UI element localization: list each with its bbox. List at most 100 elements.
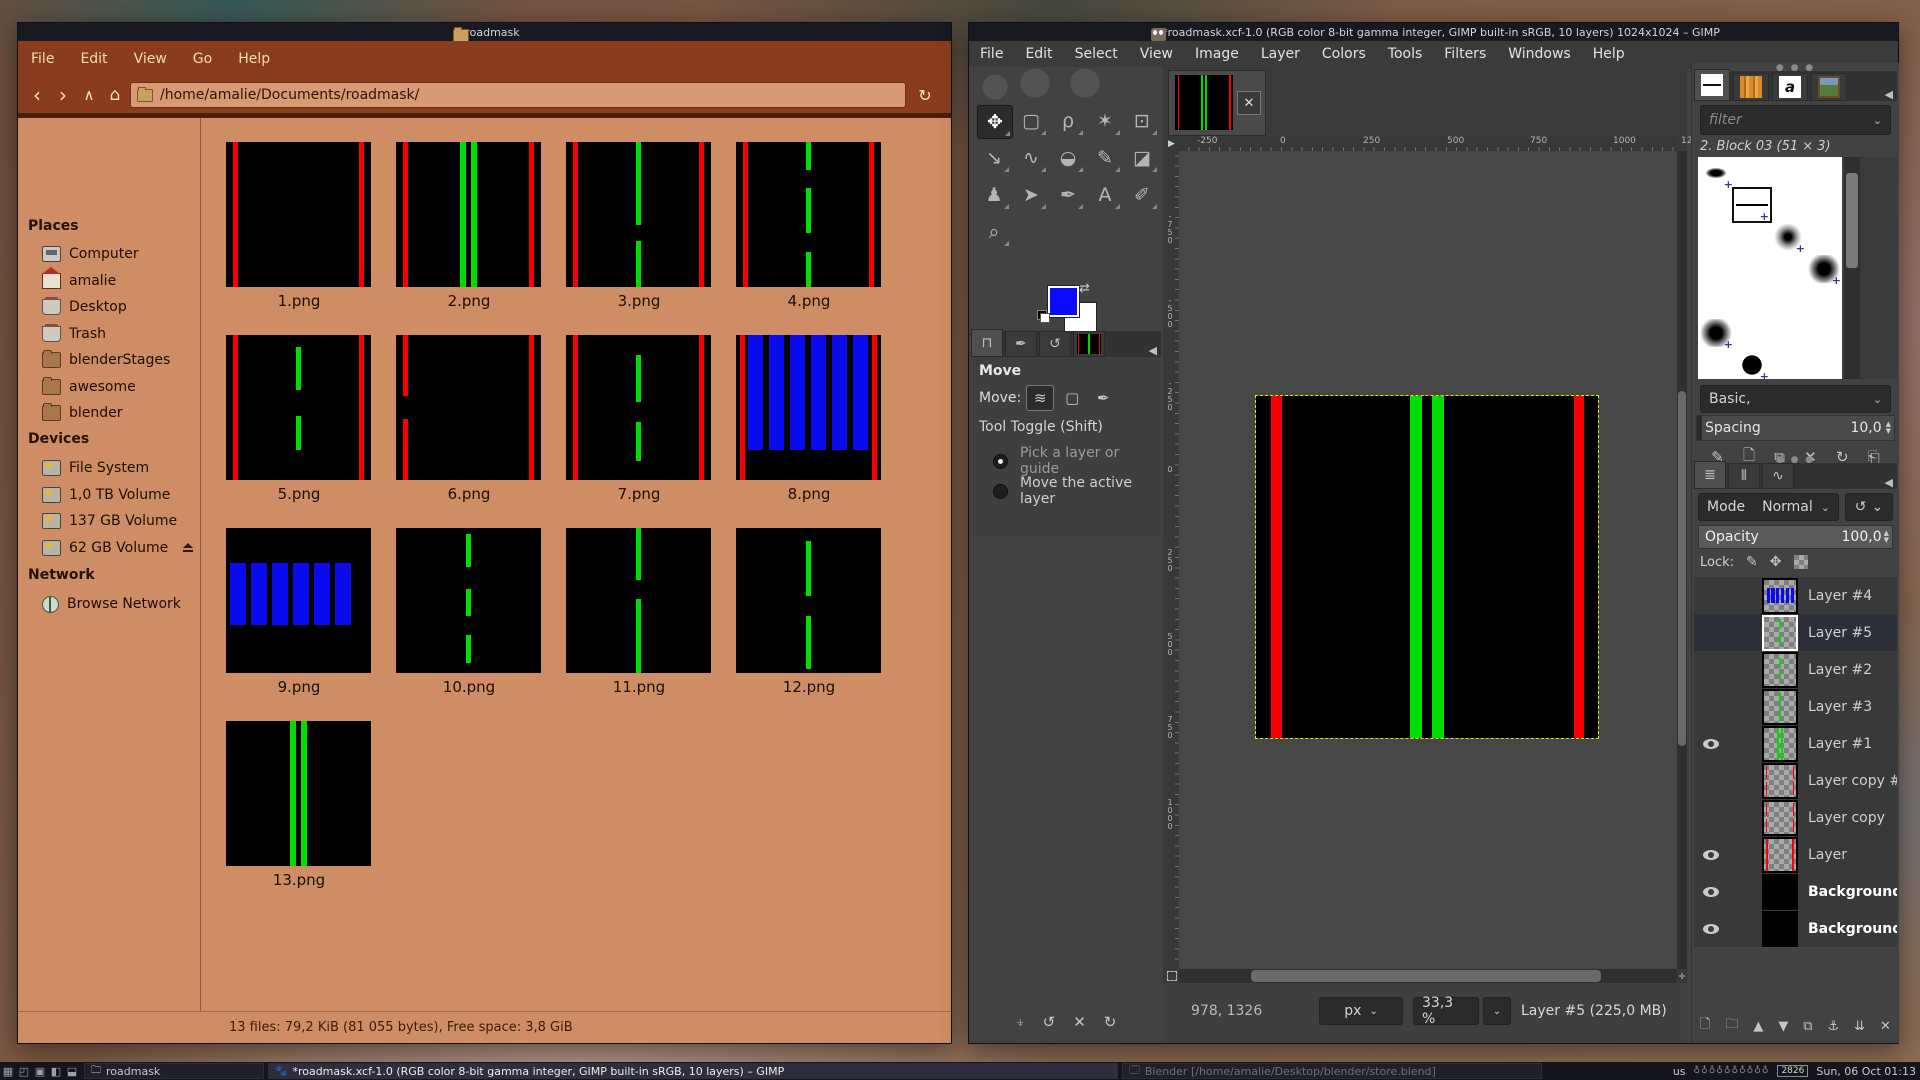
taskbar-launcher-icon[interactable]: ⬓ — [64, 1065, 80, 1078]
gimp-menu-view[interactable]: View — [1129, 46, 1184, 62]
layer-row-layer[interactable]: Layer — [1694, 836, 1897, 873]
eye-toggle[interactable] — [1694, 850, 1728, 860]
eye-toggle[interactable] — [1694, 924, 1728, 934]
file-thumbnail-13.png[interactable] — [226, 721, 371, 866]
gimp-menu-layer[interactable]: Layer — [1250, 46, 1311, 62]
file-label[interactable]: 11.png — [554, 678, 724, 696]
tool-bucket-fill-icon[interactable]: ◒ — [1051, 142, 1085, 174]
tab-paths[interactable]: ∿ — [1762, 463, 1794, 489]
sidebar-item-1-0-tb-volume[interactable]: 1,0 TB Volume — [42, 483, 194, 507]
file-thumbnail-4.png[interactable] — [736, 142, 881, 287]
fm-menu-view[interactable]: View — [121, 51, 180, 67]
opacity-slider[interactable]: Opacity 100,0 ▲▼ — [1698, 525, 1893, 549]
image-tab-close-icon[interactable]: ✕ — [1237, 91, 1261, 115]
eye-toggle[interactable] — [1694, 739, 1728, 749]
file-thumbnail-3.png[interactable] — [566, 142, 711, 287]
home-button[interactable]: ⌂ — [102, 77, 128, 113]
gimp-menu-edit[interactable]: Edit — [1014, 46, 1063, 62]
monitor-widget[interactable]: 2826 — [1777, 1065, 1808, 1077]
tab-layers[interactable]: ≣ — [1694, 461, 1726, 489]
layer-row-layer-copy-1[interactable]: Layer copy #1 — [1694, 762, 1897, 799]
file-thumbnail-7.png[interactable] — [566, 335, 711, 480]
pick-layer-radio[interactable] — [993, 454, 1008, 469]
move-layer-mode-button[interactable]: ≋ — [1026, 385, 1054, 411]
lower-layer-button[interactable]: ▼ — [1778, 1019, 1788, 1034]
keyboard-layout-indicator[interactable]: us — [1673, 1065, 1686, 1078]
foreground-color-swatch[interactable] — [1048, 286, 1079, 317]
brush-soft[interactable]: + — [1770, 221, 1806, 253]
move-path-mode-button[interactable]: ✒ — [1090, 386, 1116, 410]
tab-tool-options[interactable]: ⊓ — [971, 329, 1003, 357]
layer-name[interactable]: Layer copy — [1808, 810, 1885, 826]
fm-menu-edit[interactable]: Edit — [67, 51, 120, 67]
sidebar-item-62-gb-volume[interactable]: 62 GB Volume — [42, 536, 194, 560]
layer-row-layer-2[interactable]: Layer #2 — [1694, 651, 1897, 688]
horizontal-ruler[interactable]: -250025050075010001250 — [1179, 136, 1677, 152]
layer-name[interactable]: Layer #5 — [1808, 625, 1872, 641]
visibility-eye-icon[interactable] — [1703, 924, 1719, 934]
layer-name[interactable]: Layer #2 — [1808, 662, 1872, 678]
tool-crop-icon[interactable]: ⊡ — [1125, 105, 1159, 137]
mode-switch-button[interactable]: ↺⌄ — [1845, 493, 1893, 521]
layers-dock-collapse-icon[interactable]: ◀ — [1885, 476, 1897, 489]
file-label[interactable]: 12.png — [724, 678, 894, 696]
file-label[interactable]: 9.png — [214, 678, 384, 696]
navigation-button[interactable]: ✛ — [1677, 969, 1687, 983]
file-label[interactable]: 3.png — [554, 292, 724, 310]
file-label[interactable]: 2.png — [384, 292, 554, 310]
brush-soft2[interactable]: + — [1806, 253, 1842, 285]
sidebar-item-blender[interactable]: blender — [42, 401, 194, 425]
lock-alpha-icon[interactable] — [1794, 555, 1808, 569]
lock-pixels-icon[interactable]: ✎ — [1746, 554, 1758, 570]
fm-menu-help[interactable]: Help — [225, 51, 283, 67]
sidebar-item-file-system[interactable]: File System — [42, 456, 194, 480]
tool-paths-icon[interactable]: ✒ — [1051, 179, 1085, 211]
default-colors-icon[interactable] — [1037, 310, 1050, 323]
file-label[interactable]: 5.png — [214, 485, 384, 503]
brush-tag-dropdown[interactable]: Basic,⌄ — [1700, 385, 1891, 413]
file-thumbnail-6.png[interactable] — [396, 335, 541, 480]
tool-zoom-icon[interactable]: ⌕ — [977, 216, 1011, 248]
ruler-corner[interactable]: ▶ — [1164, 136, 1179, 151]
sidebar-item-computer[interactable]: Computer — [42, 242, 194, 266]
tab-undo-history[interactable]: ↺ — [1039, 331, 1071, 357]
move-active-radio[interactable] — [993, 484, 1008, 499]
duplicate-layer-button[interactable]: ⧉ — [1803, 1019, 1812, 1034]
tool-color-picker-icon[interactable]: ✐ — [1125, 179, 1159, 211]
tool-move-icon[interactable]: ✥ — [977, 105, 1013, 139]
layer-row-layer-copy[interactable]: Layer copy — [1694, 799, 1897, 836]
layer-name[interactable]: Layer #1 — [1808, 736, 1872, 752]
reset-tool-button[interactable]: ↻ — [1104, 1013, 1117, 1037]
layer-mode-dropdown[interactable]: Mode Normal ⌄ — [1698, 493, 1839, 521]
tab-device-status[interactable]: ✒ — [1005, 331, 1037, 357]
new-layer-button[interactable]: 🗋 — [1700, 1015, 1710, 1037]
visibility-eye-icon[interactable] — [1703, 850, 1719, 860]
brush-scrollbar[interactable] — [1844, 157, 1860, 379]
up-button[interactable]: ∧ — [76, 77, 102, 113]
gimp-menu-filters[interactable]: Filters — [1433, 46, 1497, 62]
tab-gradients[interactable] — [1811, 73, 1847, 101]
eject-icon[interactable] — [182, 543, 194, 553]
tab-image-preview[interactable] — [1073, 331, 1105, 357]
tool-paintbrush-icon[interactable]: ✎ — [1088, 142, 1122, 174]
brush-ellipse[interactable]: + — [1698, 157, 1734, 189]
taskbar-task-2[interactable]: 🐾*roadmask.xcf-1.0 (RGB color 8-bit gamm… — [268, 1063, 1118, 1079]
tool-rectangle-select-icon[interactable]: ▢ — [1014, 105, 1048, 137]
layer-row-layer-4[interactable]: Layer #4 — [1694, 577, 1897, 614]
layer-row-layer-5[interactable]: Layer #5 — [1694, 614, 1897, 651]
fm-titlebar[interactable]: roadmask — [18, 23, 951, 41]
visibility-eye-icon[interactable] — [1703, 887, 1719, 897]
tab-channels[interactable]: ⫴ — [1728, 463, 1760, 489]
brush-soft2[interactable]: + — [1698, 317, 1734, 349]
taskbar-launcher-icon[interactable]: ▣ — [32, 1065, 48, 1078]
gimp-menu-colors[interactable]: Colors — [1311, 46, 1377, 62]
file-label[interactable]: 10.png — [384, 678, 554, 696]
brushes-dock-collapse-icon[interactable]: ◀ — [1885, 88, 1897, 101]
sidebar-item-browse-network[interactable]: Browse Network — [42, 592, 194, 616]
layer-name[interactable]: Background c — [1808, 884, 1897, 900]
file-thumbnail-1.png[interactable] — [226, 142, 371, 287]
image-tab[interactable]: ✕ — [1168, 70, 1266, 136]
layer-name[interactable]: Layer copy #1 — [1808, 773, 1897, 789]
visibility-eye-icon[interactable] — [1703, 739, 1719, 749]
tool-smudge-icon[interactable]: ➤ — [1014, 179, 1048, 211]
